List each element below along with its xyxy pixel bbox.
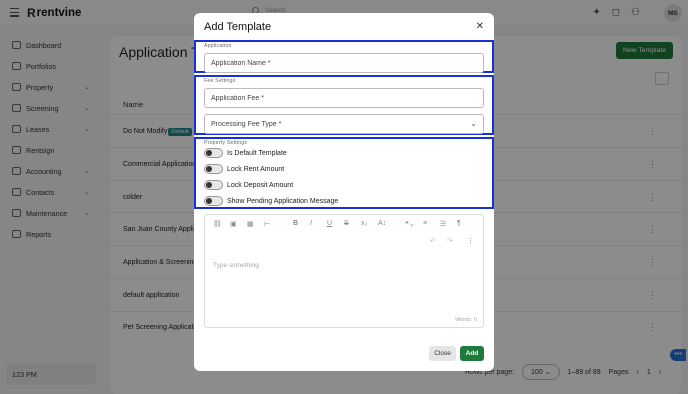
toggle-pending-message[interactable]: Show Pending Application Message [204,195,338,207]
toggle-switch[interactable] [204,180,223,190]
add-template-modal: Add Template ✕ Application Fee Settings … [194,13,494,371]
subscript-icon[interactable]: x₂ [361,220,367,227]
chevron-down-icon: ⌄ [470,119,477,128]
paragraph-icon[interactable]: ¶ [457,220,461,227]
quote-icon[interactable]: ❝⌄ [405,220,415,228]
toggle-switch[interactable] [204,196,223,206]
editor-placeholder: Type something [213,262,259,269]
add-button[interactable]: Add [460,346,484,361]
section-label-fee: Fee Settings [204,78,236,84]
toggle-switch[interactable] [204,164,223,174]
italic-icon[interactable]: I [310,220,312,227]
toggle-label: Lock Rent Amount [227,165,285,173]
close-icon[interactable]: ✕ [476,21,484,32]
align-icon[interactable]: ≡ [423,220,427,227]
link-icon[interactable]: ⛓ [213,220,222,228]
application-name-field[interactable] [204,53,484,73]
table-icon[interactable]: ▦ [247,220,254,228]
list-icon[interactable]: ☰ [440,220,446,228]
redo-icon[interactable]: ↷ [447,237,453,245]
toggle-default-template[interactable]: Is Default Template [204,147,287,159]
modal-title: Add Template [204,21,272,33]
underline-icon[interactable]: U [327,220,332,227]
font-size-icon[interactable]: A↕ [378,220,386,227]
section-label-application: Application [204,43,232,49]
insert-icon[interactable]: ⊢ [264,220,270,228]
toggle-lock-rent[interactable]: Lock Rent Amount [204,163,284,175]
processing-fee-type-select[interactable]: Processing Fee Type * ⌄ [204,114,484,134]
close-button[interactable]: Close [429,346,456,361]
select-placeholder: Processing Fee Type * [211,121,282,128]
undo-icon[interactable]: ↶ [430,237,436,245]
word-count: Words: 0 [455,317,477,323]
section-label-property: Property Settings [204,140,248,146]
toggle-switch[interactable] [204,148,223,158]
bold-icon[interactable]: B [293,220,298,227]
image-icon[interactable]: ▣ [230,220,237,228]
more-icon[interactable]: ⋮ [467,237,474,245]
message-editor[interactable]: ⛓ ▣ ▦ ⊢ B I U S x₂ A↕ ❝⌄ ≡ ☰ ¶ ↶ ↷ ⋮ Typ… [204,214,484,328]
application-fee-field[interactable] [204,88,484,108]
toggle-label: Is Default Template [227,149,287,157]
toggle-lock-deposit[interactable]: Lock Deposit Amount [204,179,293,191]
strikethrough-icon[interactable]: S [344,220,349,227]
toggle-label: Lock Deposit Amount [227,181,294,189]
toggle-label: Show Pending Application Message [227,197,339,205]
